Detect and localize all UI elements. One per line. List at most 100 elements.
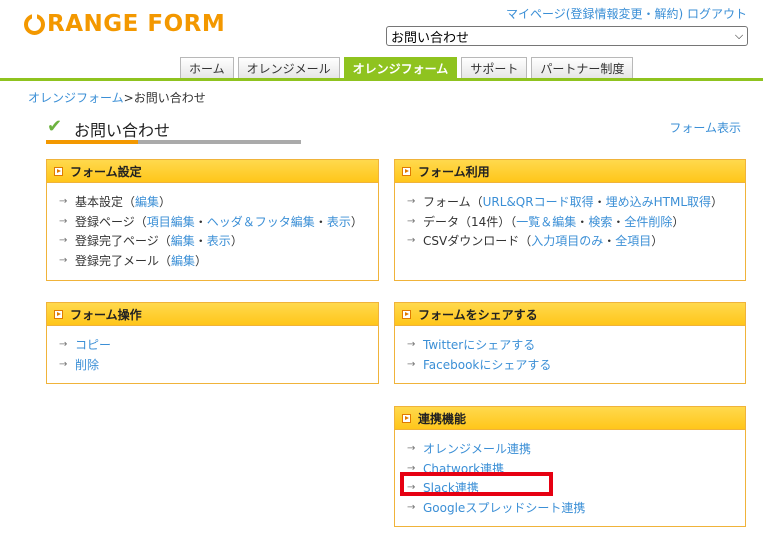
item-text: ） xyxy=(230,234,243,249)
main-nav: ホーム オレンジメール オレンジフォーム サポート パートナー制度 xyxy=(180,57,637,78)
item-text: 登録完了ページ（ xyxy=(75,234,171,249)
panel-integrations: 連携機能 → オレンジメール連携 → Chatwork連携 → Slack連携 … xyxy=(394,406,746,527)
list-item: → オレンジメール連携 xyxy=(407,439,745,459)
item-text: CSVダウンロード（ xyxy=(423,234,532,249)
tab-home[interactable]: ホーム xyxy=(180,57,234,78)
item-sep: ・ xyxy=(194,234,207,249)
data-delete-all-link[interactable]: 全件削除 xyxy=(624,213,672,230)
arrow-right-icon: → xyxy=(407,443,416,455)
panel-title: フォーム操作 xyxy=(70,307,142,322)
item-text: ） xyxy=(159,195,172,210)
panel-form-operations: フォーム操作 → コピー → 削除 xyxy=(46,302,379,384)
list-item: → 登録完了メール（ 編集） xyxy=(59,251,378,271)
panel-title: 連携機能 xyxy=(418,411,467,426)
arrow-right-icon: → xyxy=(59,196,68,208)
arrow-right-icon: → xyxy=(407,358,416,370)
form-selector[interactable]: お問い合わせ ⌵ xyxy=(386,26,748,46)
item-sep: ・ xyxy=(314,214,327,229)
panel-title: フォーム利用 xyxy=(418,164,490,179)
item-text: ） xyxy=(651,234,664,249)
arrow-right-icon: → xyxy=(59,339,68,351)
data-search-link[interactable]: 検索 xyxy=(588,213,612,230)
breadcrumb-separator: > xyxy=(123,91,134,105)
embed-html-link[interactable]: 埋め込みHTML取得 xyxy=(606,193,711,210)
data-list-edit-link[interactable]: 一覧＆編集 xyxy=(516,213,576,230)
list-item: → 削除 xyxy=(59,355,378,375)
panel-header: フォーム設定 xyxy=(47,160,378,183)
basic-settings-edit-link[interactable]: 編集 xyxy=(135,193,159,210)
arrow-box-icon xyxy=(402,413,411,423)
list-item: → データ（14件）（ 一覧＆編集・検索・全件削除） xyxy=(407,212,745,232)
panel-form-usage: フォーム利用 → フォーム（ URL&QRコード取得・埋め込みHTML取得） → … xyxy=(394,159,746,281)
csv-input-only-link[interactable]: 入力項目のみ xyxy=(531,232,603,249)
delete-link[interactable]: 削除 xyxy=(75,356,99,373)
arrow-right-icon: → xyxy=(407,339,416,351)
copy-link[interactable]: コピー xyxy=(75,336,111,353)
tab-partner[interactable]: パートナー制度 xyxy=(531,57,634,78)
chevron-down-icon: ⌵ xyxy=(734,29,744,42)
logo[interactable]: RANGE FORM xyxy=(24,10,225,38)
arrow-right-icon: → xyxy=(59,358,68,370)
list-item: → CSVダウンロード（ 入力項目のみ・全項目） xyxy=(407,231,745,251)
logout-link[interactable]: ログアウト xyxy=(687,7,747,21)
item-sep: ・ xyxy=(603,234,616,249)
item-text: フォーム（ xyxy=(423,195,483,210)
tab-orange-mail[interactable]: オレンジメール xyxy=(237,57,340,78)
registration-page-view-link[interactable]: 表示 xyxy=(327,213,351,230)
panel-form-share: フォームをシェアする → Twitterにシェアする → Facebookにシェ… xyxy=(394,302,746,384)
complete-page-view-link[interactable]: 表示 xyxy=(207,232,231,249)
panel-header: フォームをシェアする xyxy=(395,303,745,326)
arrow-box-icon xyxy=(54,309,63,319)
item-text: 登録ページ（ xyxy=(75,214,147,229)
header-footer-edit-link[interactable]: ヘッダ＆フッタ編集 xyxy=(207,213,315,230)
complete-page-edit-link[interactable]: 編集 xyxy=(171,232,195,249)
form-selector-value: お問い合わせ xyxy=(391,30,470,46)
nav-divider xyxy=(0,78,763,81)
orange-mail-integration-link[interactable]: オレンジメール連携 xyxy=(423,440,531,457)
list-item: → Facebookにシェアする xyxy=(407,355,745,375)
list-item: → 登録ページ（ 項目編集・ヘッダ＆フッタ編集・表示） xyxy=(59,212,378,232)
form-display-link[interactable]: フォーム表示 xyxy=(669,119,741,136)
facebook-share-link[interactable]: Facebookにシェアする xyxy=(423,356,551,373)
heading-underline-accent xyxy=(46,140,138,144)
item-text: ） xyxy=(711,195,724,210)
url-qr-link[interactable]: URL&QRコード取得 xyxy=(483,193,594,210)
item-text: 基本設定（ xyxy=(75,195,136,210)
breadcrumb-link[interactable]: オレンジフォーム xyxy=(28,91,124,105)
logo-text: RANGE FORM xyxy=(47,11,226,37)
arrow-right-icon: → xyxy=(59,254,68,266)
breadcrumb-current: お問い合わせ xyxy=(133,91,206,105)
check-icon: ✔ xyxy=(47,116,63,137)
item-sep: ・ xyxy=(593,195,606,210)
arrow-box-icon xyxy=(54,166,63,176)
arrow-right-icon: → xyxy=(59,235,68,247)
panel-form-settings: フォーム設定 → 基本設定（ 編集） → 登録ページ（ 項目編集・ヘッダ＆フッタ編集… xyxy=(46,159,379,281)
google-sheets-integration-link[interactable]: Googleスプレッドシート連携 xyxy=(423,499,585,516)
arrow-box-icon xyxy=(402,166,411,176)
arrow-right-icon: → xyxy=(407,215,416,227)
panel-title: フォームをシェアする xyxy=(418,307,538,322)
arrow-right-icon: → xyxy=(59,215,68,227)
arrow-right-icon: → xyxy=(407,501,416,513)
item-text: ） xyxy=(672,214,685,229)
tab-orange-form[interactable]: オレンジフォーム xyxy=(343,57,458,78)
list-item: → コピー xyxy=(59,335,378,355)
panel-header: フォーム操作 xyxy=(47,303,378,326)
arrow-right-icon: → xyxy=(407,196,416,208)
tab-support[interactable]: サポート xyxy=(461,57,528,78)
arrow-box-icon xyxy=(402,309,411,319)
field-edit-link[interactable]: 項目編集 xyxy=(147,213,195,230)
page-heading: ✔ お問い合わせ xyxy=(46,115,301,144)
top-links: マイページ(登録情報変更・解約) ログアウト xyxy=(506,5,747,22)
arrow-right-icon: → xyxy=(407,235,416,247)
item-text: 登録完了メール（ xyxy=(75,253,172,268)
item-sep: ・ xyxy=(612,214,625,229)
complete-mail-edit-link[interactable]: 編集 xyxy=(171,252,195,269)
panel-header: フォーム利用 xyxy=(395,160,745,183)
list-item: → Googleスプレッドシート連携 xyxy=(407,498,745,518)
item-text: データ（14件）（ xyxy=(423,214,517,229)
mypage-link[interactable]: マイページ(登録情報変更・解約) xyxy=(506,7,683,21)
page-title: お問い合わせ xyxy=(74,121,171,140)
csv-all-fields-link[interactable]: 全項目 xyxy=(615,232,651,249)
twitter-share-link[interactable]: Twitterにシェアする xyxy=(423,336,535,353)
